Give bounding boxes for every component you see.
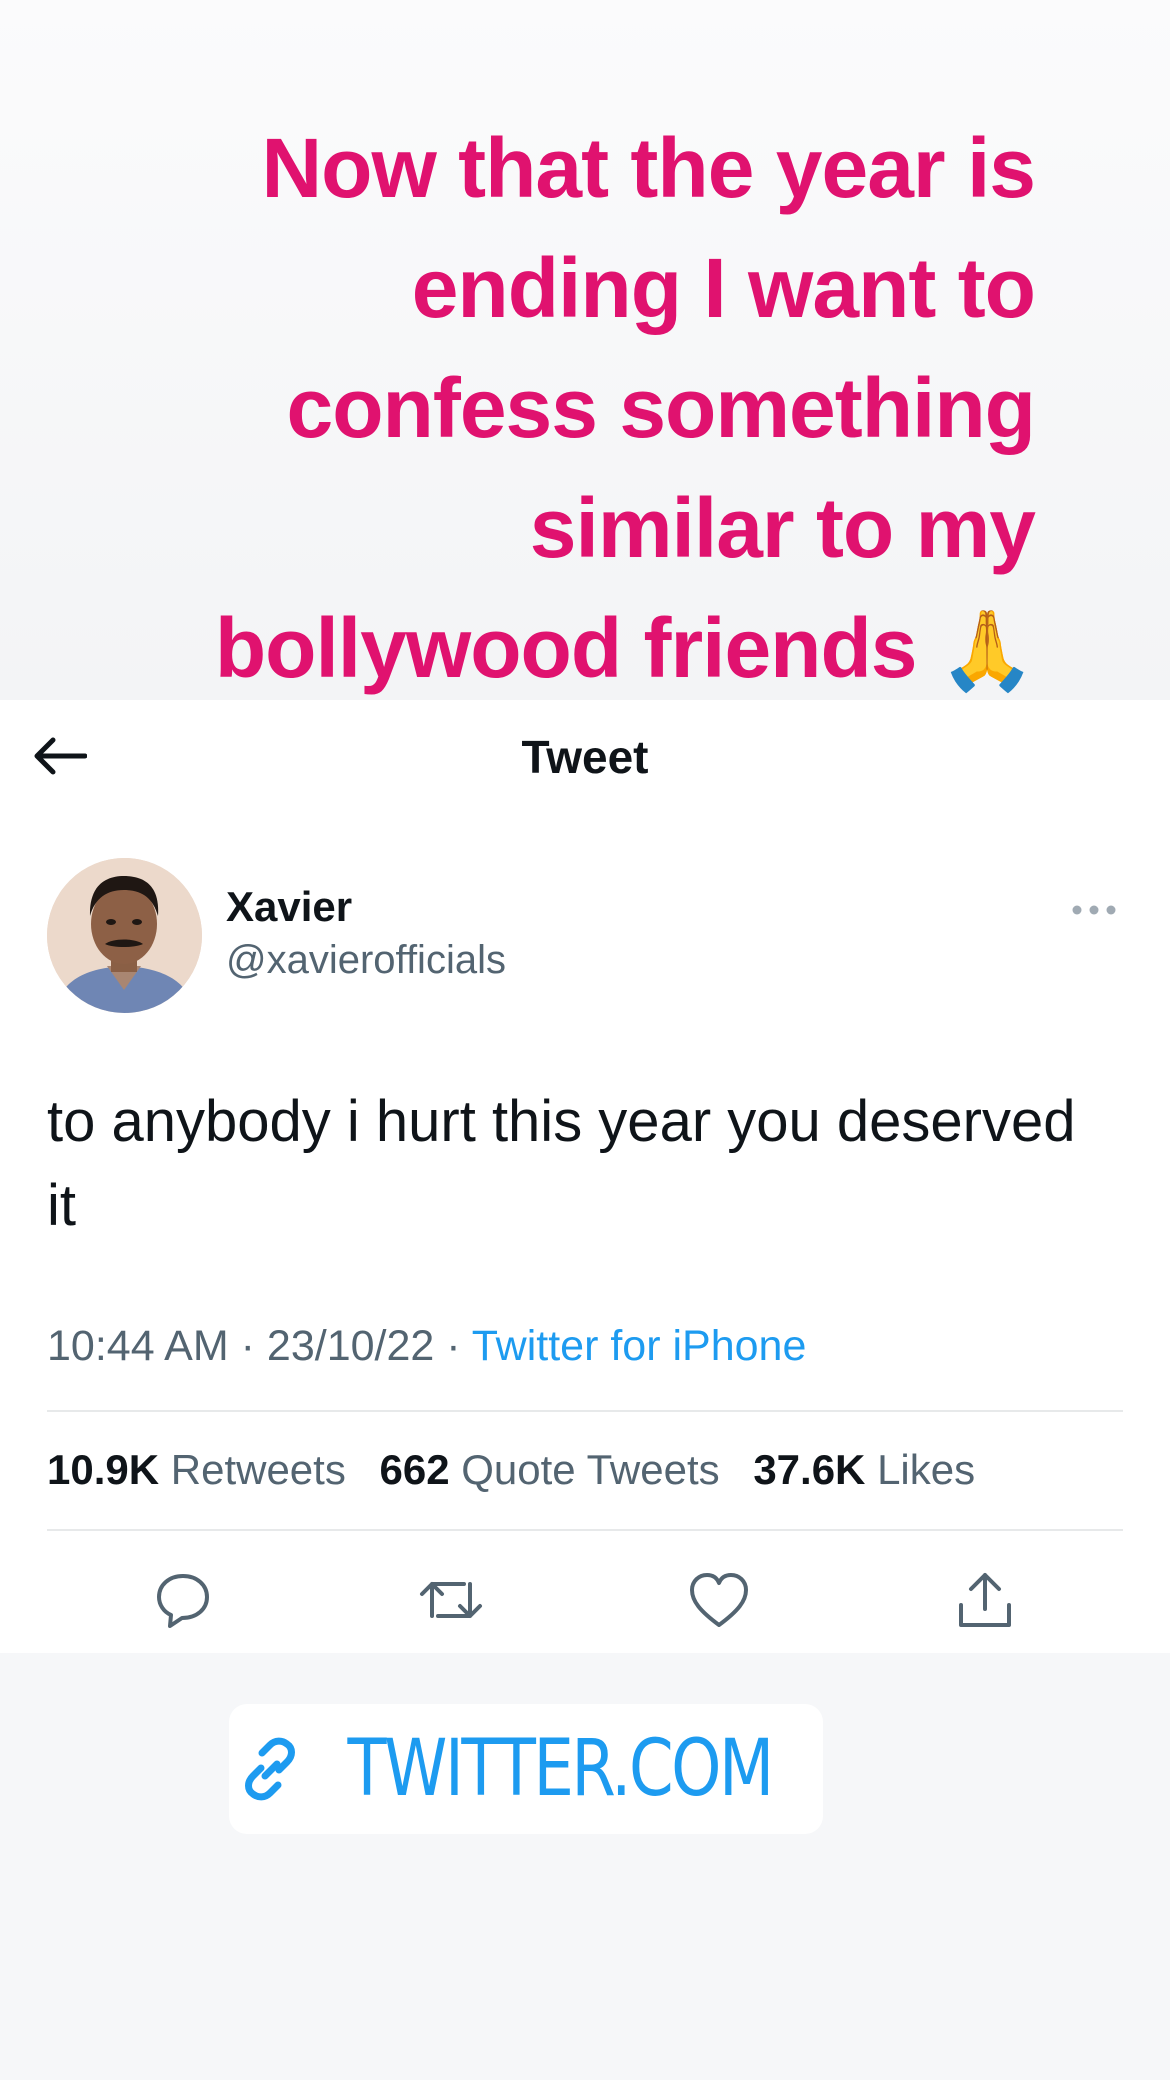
likes-label: Likes	[877, 1446, 976, 1493]
divider	[47, 1410, 1123, 1412]
caption-line: similar to my	[529, 481, 1036, 575]
retweets-stat[interactable]: 10.9K Retweets	[47, 1446, 346, 1493]
tweet-date: 23/10/22	[266, 1322, 435, 1370]
avatar[interactable]	[47, 858, 202, 1013]
like-icon	[690, 1573, 748, 1627]
praying-hands-emoji: 🙏	[938, 606, 1036, 694]
tweet-card: Tweet Xavier @xavierofficials to anybody…	[0, 700, 1170, 1653]
like-button[interactable]	[684, 1565, 754, 1635]
divider	[47, 1529, 1123, 1531]
story-caption: Now that the year is ending I want to co…	[35, 108, 1036, 710]
caption-line-last: bollywood friends 🙏	[35, 588, 1036, 710]
page-title: Tweet	[521, 731, 649, 783]
caption-line: ending I want to	[411, 241, 1036, 335]
story-caption-area: Now that the year is ending I want to co…	[0, 0, 1170, 700]
tweet-time: 10:44 AM	[47, 1322, 229, 1370]
reply-icon	[157, 1574, 209, 1628]
caption-line: Now that the year is	[261, 121, 1036, 215]
quote-tweets-stat[interactable]: 662 Quote Tweets	[380, 1446, 720, 1493]
avatar-portrait-image	[47, 858, 202, 1013]
tweet-actions	[0, 1565, 1170, 1635]
user-handle[interactable]: @xavierofficials	[226, 938, 506, 983]
tweet-source-link[interactable]: Twitter for iPhone	[472, 1322, 807, 1370]
more-options-button[interactable]	[1066, 896, 1122, 924]
more-horizontal-icon	[1072, 905, 1116, 915]
likes-count: 37.6K	[753, 1446, 866, 1493]
link-icon	[245, 1737, 296, 1801]
retweets-count: 10.9K	[47, 1446, 160, 1493]
meta-separator: ·	[446, 1322, 461, 1370]
share-button[interactable]	[950, 1565, 1020, 1635]
link-sticker[interactable]: TWITTER.COM	[229, 1704, 823, 1834]
tweet-stats: 10.9K Retweets 662 Quote Tweets 37.6K Li…	[47, 1446, 997, 1494]
retweet-icon	[420, 1582, 482, 1618]
likes-stat[interactable]: 37.6K Likes	[753, 1446, 975, 1493]
tweet-meta: 10:44 AM · 23/10/22 · Twitter for iPhone	[47, 1322, 806, 1371]
retweet-button[interactable]	[416, 1565, 486, 1635]
caption-line: confess something	[286, 361, 1036, 455]
retweets-label: Retweets	[170, 1446, 346, 1493]
meta-separator: ·	[240, 1322, 255, 1370]
link-sticker-label: TWITTER.COM	[347, 1724, 775, 1814]
reply-button[interactable]	[148, 1565, 218, 1635]
tweet-text: to anybody i hurt this year you deserved…	[47, 1089, 1076, 1238]
quote-tweets-count: 662	[379, 1446, 450, 1493]
quote-tweets-label: Quote Tweets	[461, 1446, 720, 1493]
share-icon	[959, 1573, 1011, 1627]
display-name[interactable]: Xavier	[226, 883, 352, 931]
caption-line-text: bollywood friends	[214, 601, 918, 695]
